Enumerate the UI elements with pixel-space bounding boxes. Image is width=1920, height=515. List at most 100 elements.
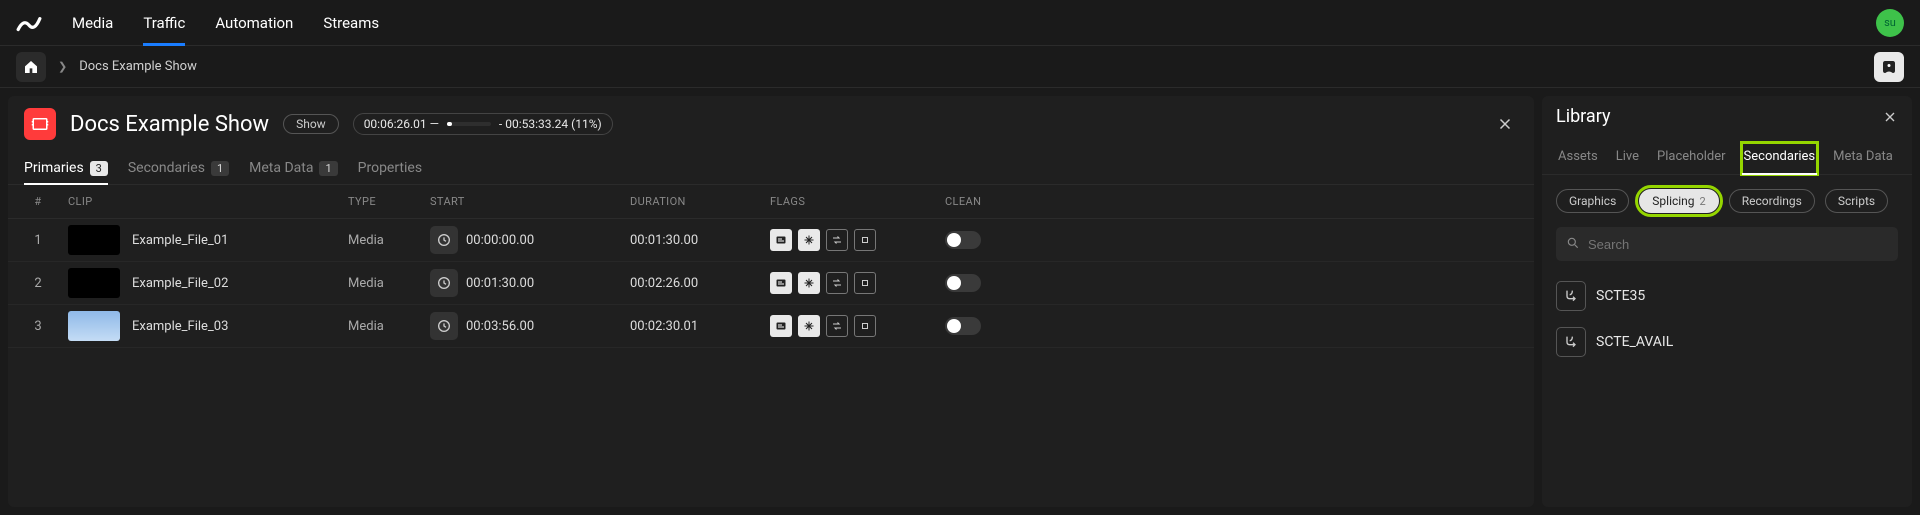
clock-icon[interactable] bbox=[430, 226, 458, 254]
clip-name: Example_File_01 bbox=[132, 233, 228, 248]
table-header: # CLIP TYPE START DURATION FLAGS CLEAN bbox=[8, 185, 1534, 219]
search-icon bbox=[1566, 236, 1580, 250]
library-item-label: SCTE_AVAIL bbox=[1596, 334, 1673, 350]
main-panel: Docs Example Show Show 00:06:26.01 — - 0… bbox=[8, 96, 1534, 507]
duration-cell: 00:02:26.00 bbox=[630, 276, 770, 291]
tab-label: Primaries bbox=[24, 160, 84, 176]
table-row[interactable]: 2 Example_File_02 Media00:01:30.0000:02:26… bbox=[8, 262, 1534, 305]
table-row[interactable]: 1Example_File_01Media00:00:00.0000:01:30… bbox=[8, 219, 1534, 262]
library-item[interactable]: SCTE_AVAIL bbox=[1556, 319, 1898, 365]
clean-toggle[interactable] bbox=[945, 317, 981, 335]
clip-name: Example_File_02 bbox=[132, 276, 228, 291]
start-cell: 00:03:56.00 bbox=[430, 312, 630, 340]
flag-subtitle-icon[interactable] bbox=[770, 229, 792, 251]
type-cell: Media bbox=[348, 276, 430, 291]
user-avatar[interactable]: su bbox=[1876, 9, 1904, 37]
clip-thumbnail bbox=[68, 225, 120, 255]
clip-cell: Example_File_03 bbox=[68, 311, 348, 341]
flag-loop-icon[interactable] bbox=[826, 272, 848, 294]
tab-count: 3 bbox=[90, 161, 108, 176]
flag-loop-icon[interactable] bbox=[826, 229, 848, 251]
table-row[interactable]: 3 Example_File_03 Media00:03:56.0000:02:30… bbox=[8, 305, 1534, 348]
col-flags: FLAGS bbox=[770, 195, 945, 208]
library-toggle-button[interactable] bbox=[1874, 52, 1904, 82]
home-button[interactable] bbox=[16, 52, 46, 82]
col-clip: CLIP bbox=[68, 195, 348, 208]
nav-media[interactable]: Media bbox=[72, 2, 113, 44]
flags-cell bbox=[770, 229, 945, 251]
library-item[interactable]: SCTE35 bbox=[1556, 273, 1898, 319]
breadcrumb-item[interactable]: Docs Example Show bbox=[79, 59, 197, 74]
splice-icon bbox=[1556, 327, 1586, 357]
clean-cell bbox=[945, 231, 1115, 249]
nav-automation[interactable]: Automation bbox=[215, 2, 293, 44]
col-type: TYPE bbox=[348, 195, 430, 208]
close-library-button[interactable] bbox=[1882, 109, 1898, 125]
library-tab-placeholder[interactable]: Placeholder bbox=[1655, 143, 1728, 174]
col-duration: DURATION bbox=[630, 195, 770, 208]
clean-toggle[interactable] bbox=[945, 274, 981, 292]
tab-label: Meta Data bbox=[249, 160, 313, 176]
row-index: 1 bbox=[8, 233, 68, 248]
clock-icon[interactable] bbox=[430, 312, 458, 340]
show-type-pill[interactable]: Show bbox=[283, 114, 339, 134]
library-tab-secondaries[interactable]: Secondaries bbox=[1742, 143, 1818, 174]
flag-snowflake-icon[interactable] bbox=[798, 229, 820, 251]
flag-loop-icon[interactable] bbox=[826, 315, 848, 337]
tab-primaries[interactable]: Primaries 3 bbox=[24, 152, 108, 184]
tab-metadata[interactable]: Meta Data 1 bbox=[249, 152, 338, 184]
start-time: 00:00:00.00 bbox=[466, 233, 534, 248]
start-cell: 00:01:30.00 bbox=[430, 269, 630, 297]
flag-snowflake-icon[interactable] bbox=[798, 272, 820, 294]
chip-label: Scripts bbox=[1838, 194, 1875, 208]
clean-cell bbox=[945, 274, 1115, 292]
clip-thumbnail bbox=[68, 268, 120, 298]
flag-stop-icon[interactable] bbox=[854, 315, 876, 337]
clip-name: Example_File_03 bbox=[132, 319, 228, 334]
duration-cell: 00:02:30.01 bbox=[630, 319, 770, 334]
flag-snowflake-icon[interactable] bbox=[798, 315, 820, 337]
chip-label: Splicing bbox=[1652, 194, 1694, 208]
top-nav: Media Traffic Automation Streams su bbox=[0, 0, 1920, 46]
search-input[interactable] bbox=[1556, 227, 1898, 261]
chip-splicing[interactable]: Splicing 2 bbox=[1639, 189, 1718, 213]
breadcrumb-bar: ❯ Docs Example Show bbox=[0, 46, 1920, 88]
flag-stop-icon[interactable] bbox=[854, 229, 876, 251]
start-cell: 00:00:00.00 bbox=[430, 226, 630, 254]
tab-secondaries[interactable]: Secondaries 1 bbox=[128, 152, 229, 184]
library-chips: Graphics Splicing 2 Recordings Scripts bbox=[1542, 175, 1912, 227]
library-tab-assets[interactable]: Assets bbox=[1556, 143, 1600, 174]
library-tab-meta-data[interactable]: Meta Data bbox=[1831, 143, 1895, 174]
nav-streams[interactable]: Streams bbox=[323, 2, 379, 44]
tab-label: Properties bbox=[358, 160, 422, 176]
tab-count: 1 bbox=[319, 161, 337, 176]
page-title: Docs Example Show bbox=[70, 112, 269, 137]
flag-subtitle-icon[interactable] bbox=[770, 315, 792, 337]
chip-recordings[interactable]: Recordings bbox=[1729, 189, 1815, 213]
library-tab-live[interactable]: Live bbox=[1614, 143, 1641, 174]
clean-cell bbox=[945, 317, 1115, 335]
chip-graphics[interactable]: Graphics bbox=[1556, 189, 1629, 213]
row-index: 2 bbox=[8, 276, 68, 291]
row-index: 3 bbox=[8, 319, 68, 334]
splice-icon bbox=[1556, 281, 1586, 311]
time-remaining: - 00:53:33.24 (11%) bbox=[499, 117, 602, 131]
nav-traffic[interactable]: Traffic bbox=[143, 2, 185, 44]
clock-icon[interactable] bbox=[430, 269, 458, 297]
clean-toggle[interactable] bbox=[945, 231, 981, 249]
flags-cell bbox=[770, 272, 945, 294]
tab-properties[interactable]: Properties bbox=[358, 152, 422, 184]
chip-scripts[interactable]: Scripts bbox=[1825, 189, 1888, 213]
flag-stop-icon[interactable] bbox=[854, 272, 876, 294]
flag-subtitle-icon[interactable] bbox=[770, 272, 792, 294]
main-tabs: Primaries 3 Secondaries 1 Meta Data 1 Pr… bbox=[8, 152, 1534, 185]
timeline-bar[interactable]: 00:06:26.01 — - 00:53:33.24 (11%) bbox=[353, 113, 613, 135]
library-panel: Library AssetsLivePlaceholderSecondaries… bbox=[1542, 96, 1912, 507]
table-body: 1 Example_File_01 Media 00:00:00.00 00:01:30… bbox=[8, 219, 1534, 348]
show-icon bbox=[24, 108, 56, 140]
close-main-button[interactable] bbox=[1492, 111, 1518, 137]
search-box bbox=[1556, 227, 1898, 261]
library-item-label: SCTE35 bbox=[1596, 288, 1645, 304]
type-cell: Media bbox=[348, 319, 430, 334]
app-logo[interactable] bbox=[16, 10, 42, 36]
